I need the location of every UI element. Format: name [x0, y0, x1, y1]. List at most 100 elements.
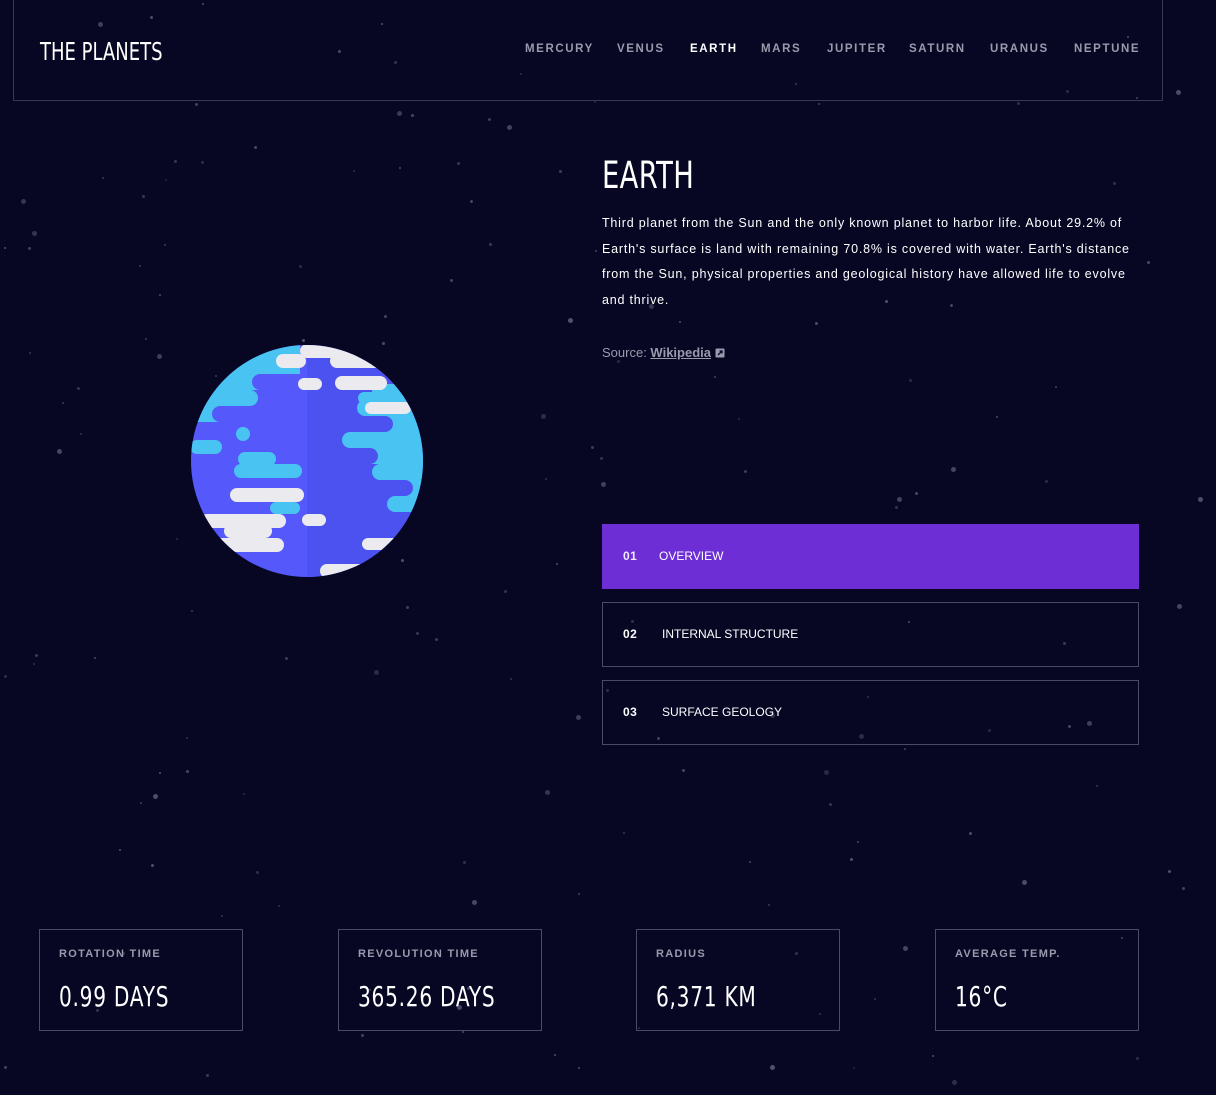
tab-surface-geology[interactable]: 03 SURFACE GEOLOGY	[602, 680, 1139, 745]
star-dot	[397, 111, 402, 116]
star-dot	[165, 179, 167, 181]
star-dot	[94, 657, 96, 659]
stat-revolution-time: REVOLUTION TIME 365.26 DAYS	[338, 929, 542, 1031]
nav-item-mercury[interactable]: MERCURY	[525, 43, 594, 55]
star-dot	[952, 1080, 957, 1085]
stat-label: REVOLUTION TIME	[358, 948, 479, 960]
star-dot	[594, 101, 596, 103]
star-dot	[545, 790, 550, 795]
star-dot	[353, 170, 355, 172]
star-dot	[1176, 90, 1181, 95]
star-dot	[472, 900, 477, 905]
star-dot	[195, 103, 198, 106]
star-dot	[4, 247, 6, 249]
star-dot	[145, 338, 147, 340]
stat-value: 0.99 DAYS	[59, 980, 170, 1013]
star-dot	[435, 638, 438, 641]
tab-overview[interactable]: 01 OVERVIEW	[602, 524, 1139, 589]
star-dot	[186, 770, 189, 773]
star-dot	[857, 841, 859, 843]
planet-title: EARTH	[602, 154, 695, 197]
star-dot	[1177, 604, 1182, 609]
tab-number: 02	[623, 627, 638, 641]
star-dot	[749, 861, 751, 863]
nav-item-neptune[interactable]: NEPTUNE	[1074, 43, 1140, 55]
earth-planet-illustration	[190, 344, 424, 578]
star-dot	[1017, 102, 1020, 105]
star-dot	[768, 904, 770, 906]
star-dot	[28, 247, 31, 250]
nav-item-venus[interactable]: VENUS	[617, 43, 665, 55]
star-dot	[1168, 870, 1171, 873]
star-dot	[206, 1074, 209, 1077]
star-dot	[559, 170, 562, 173]
star-dot	[510, 678, 512, 680]
tab-label: SURFACE GEOLOGY	[662, 705, 783, 719]
planet-description: Third planet from the Sun and the only k…	[602, 216, 1130, 307]
star-dot	[556, 563, 558, 565]
tab-internal-structure[interactable]: 02 INTERNAL STRUCTURE	[602, 602, 1139, 667]
stat-average-temp: AVERAGE TEMP. 16°C	[935, 929, 1139, 1031]
stat-value: 365.26 DAYS	[358, 980, 496, 1013]
site-header: THE PLANETS MERCURY VENUS EARTH MARS JUP…	[13, 0, 1163, 101]
star-dot	[915, 492, 918, 495]
star-dot	[951, 467, 956, 472]
star-dot	[164, 244, 166, 246]
nav-item-earth[interactable]: EARTH	[690, 43, 738, 55]
star-dot	[904, 748, 906, 750]
nav-item-saturn[interactable]: SATURN	[909, 43, 966, 55]
star-dot	[411, 114, 414, 117]
star-dot	[462, 1031, 464, 1033]
star-dot	[595, 250, 597, 252]
star-dot	[1136, 1057, 1139, 1060]
star-dot	[554, 1054, 556, 1056]
star-dot	[201, 161, 204, 164]
star-dot	[153, 794, 158, 799]
star-dot	[174, 160, 177, 163]
tab-number: 01	[623, 549, 638, 563]
star-dot	[77, 387, 80, 390]
star-dot	[1113, 182, 1116, 185]
nav-item-uranus[interactable]: URANUS	[990, 43, 1049, 55]
star-dot	[278, 905, 280, 907]
star-dot	[829, 803, 832, 806]
star-dot	[578, 893, 580, 895]
star-dot	[119, 849, 121, 851]
external-link-icon[interactable]	[715, 346, 725, 361]
star-dot	[815, 322, 818, 325]
star-dot	[57, 449, 62, 454]
tab-number: 03	[623, 705, 638, 719]
star-dot	[457, 162, 460, 165]
stat-label: AVERAGE TEMP.	[955, 948, 1061, 960]
star-dot	[159, 772, 161, 774]
star-dot	[853, 1067, 855, 1069]
star-dot	[29, 352, 31, 354]
star-dot	[507, 125, 512, 130]
star-dot	[850, 858, 853, 861]
star-dot	[102, 177, 104, 179]
wikipedia-link[interactable]: Wikipedia	[650, 345, 711, 360]
star-dot	[578, 1067, 580, 1069]
star-dot	[4, 675, 7, 678]
star-dot	[450, 279, 453, 282]
star-dot	[744, 470, 747, 473]
star-dot	[221, 915, 223, 917]
star-dot	[489, 243, 492, 246]
star-dot	[488, 118, 491, 121]
star-dot	[897, 497, 902, 502]
stat-value: 6,371 KM	[656, 980, 757, 1013]
star-dot	[33, 663, 35, 665]
star-dot	[738, 418, 740, 420]
nav-item-jupiter[interactable]: JUPITER	[827, 43, 887, 55]
star-dot	[679, 321, 681, 323]
stat-label: RADIUS	[656, 948, 706, 960]
stat-radius: RADIUS 6,371 KM	[636, 929, 840, 1031]
star-dot	[151, 864, 154, 867]
star-dot	[416, 632, 419, 635]
star-dot	[4, 1066, 7, 1069]
star-dot	[895, 506, 898, 509]
star-dot	[62, 402, 64, 404]
star-dot	[1045, 480, 1048, 483]
star-dot	[874, 998, 876, 1000]
nav-item-mars[interactable]: MARS	[761, 43, 801, 55]
